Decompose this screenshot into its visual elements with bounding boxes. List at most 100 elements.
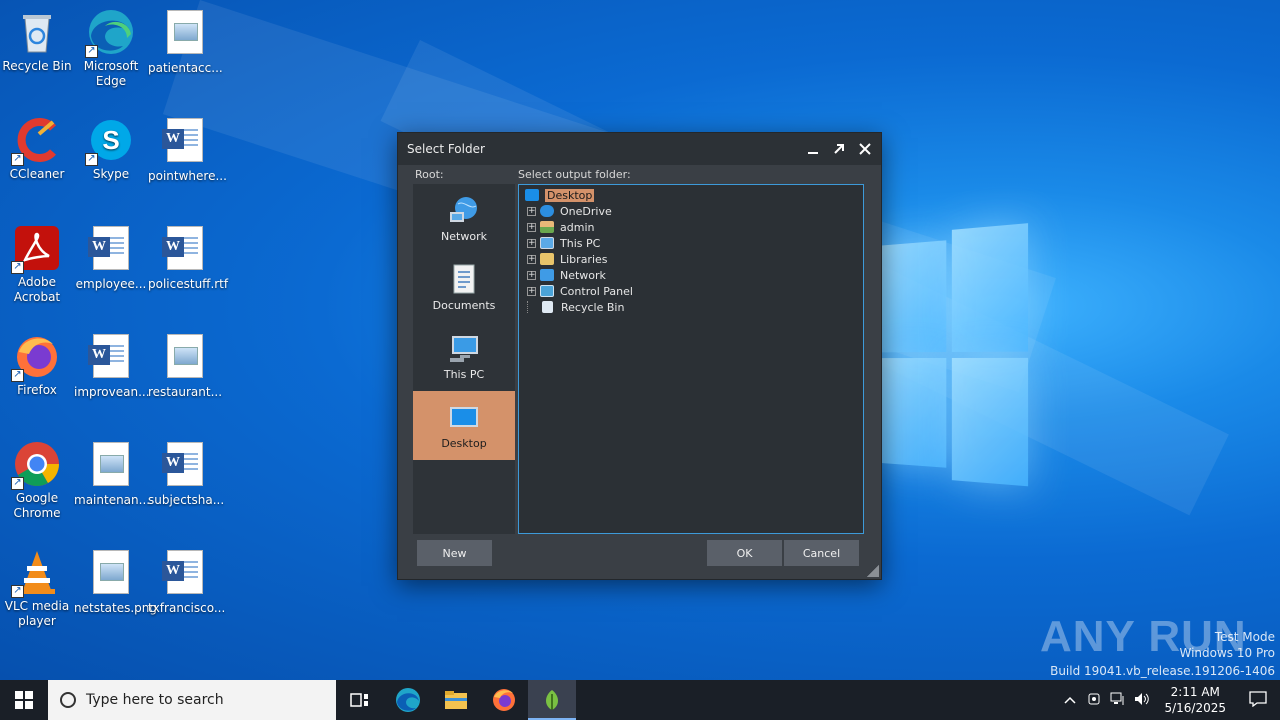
tree-node-label: Network [560, 268, 606, 282]
root-item-documents[interactable]: Documents [413, 253, 515, 322]
desktop-icon-label: patientacc... [148, 61, 223, 75]
desktop-icon-ccleaner[interactable]: ↗ CCleaner [0, 116, 74, 182]
root-item-this-pc[interactable]: This PC [413, 322, 515, 391]
desktop-icon-patientacc-image[interactable]: patientacc... [148, 8, 223, 76]
windows-logo-wallpaper [879, 223, 1029, 487]
expand-icon[interactable]: + [527, 254, 536, 264]
desktop-icon-restaurant-image[interactable]: restaurant... [148, 332, 222, 400]
tree-node-this-pc[interactable]: + This PC [523, 235, 863, 251]
ccleaner-icon: ↗ [11, 116, 61, 166]
taskbar-edge[interactable] [384, 680, 432, 720]
acrobat-icon: ↗ [11, 224, 61, 274]
desktop-icon-pointwhere-doc[interactable]: W pointwhere... [148, 116, 227, 184]
root-item-network[interactable]: Network [413, 184, 515, 253]
system-tray: 2:11 AM 5/16/2025 [1058, 680, 1280, 720]
firefox-icon: ↗ [11, 332, 61, 382]
desktop-icon-maintenan-image[interactable]: maintenan... [74, 440, 150, 508]
root-item-label: This PC [443, 368, 485, 381]
task-view-button[interactable] [336, 680, 384, 720]
clock-time: 2:11 AM [1170, 685, 1220, 699]
desktop-icon-skype[interactable]: S ↗ Skype [74, 116, 148, 182]
expand-icon[interactable]: + [527, 238, 536, 248]
expand-icon[interactable]: + [527, 270, 536, 280]
expand-icon[interactable]: + [527, 286, 536, 296]
new-button[interactable]: New [417, 540, 492, 566]
tree-node-control-panel[interactable]: + Control Panel [523, 283, 863, 299]
image-file-icon [161, 10, 209, 58]
root-item-label: Documents [432, 299, 496, 312]
desktop-icon-txfrancisco-doc[interactable]: W txfrancisco... [148, 548, 226, 616]
taskbar-firefox[interactable] [480, 680, 528, 720]
resize-grip[interactable] [867, 565, 879, 577]
search-placeholder: Type here to search [86, 692, 224, 708]
tree-node-recycle-bin[interactable]: Recycle Bin [523, 299, 863, 315]
tree-node-network[interactable]: + Network [523, 267, 863, 283]
image-file-icon [87, 442, 135, 490]
libraries-icon [540, 253, 554, 265]
tree-node-label: Libraries [560, 252, 608, 266]
root-item-desktop[interactable]: Desktop [413, 391, 515, 460]
desktop-icon-label: restaurant... [148, 385, 223, 399]
edge-icon [396, 688, 420, 712]
tree-node-desktop[interactable]: Desktop [523, 187, 863, 203]
system-clock[interactable]: 2:11 AM 5/16/2025 [1164, 684, 1226, 716]
close-icon[interactable] [852, 133, 878, 165]
taskbar-search-box[interactable]: Type here to search [48, 680, 336, 720]
tree-node-label: OneDrive [560, 204, 612, 218]
network-icon [540, 269, 554, 281]
desktop-icon-employee-doc[interactable]: W employee... [74, 224, 148, 292]
desktop-icon-google-chrome[interactable]: ↗ Google Chrome [0, 440, 74, 521]
search-icon [60, 692, 76, 708]
firefox-icon [493, 689, 515, 711]
desktop-icon-label: Microsoft Edge [83, 59, 139, 88]
image-file-icon [161, 334, 209, 382]
desktop-icon-label: VLC media player [4, 599, 70, 628]
documents-icon [448, 263, 480, 295]
start-button[interactable] [0, 680, 48, 720]
maximize-icon[interactable] [826, 133, 852, 165]
expand-icon[interactable]: + [527, 222, 536, 232]
desktop-icon-microsoft-edge[interactable]: ↗ Microsoft Edge [74, 8, 148, 89]
network-tray-icon[interactable] [1106, 692, 1130, 709]
root-list: Network Documents This PC Desktop [413, 184, 515, 534]
desktop-icon-recycle-bin[interactable]: Recycle Bin [0, 8, 74, 74]
desktop-icon-label: Adobe Acrobat [13, 275, 61, 304]
desktop-icon-netstates-image[interactable]: netstates.png [74, 548, 157, 616]
word-file-icon: W [161, 442, 209, 490]
desktop-icon-label: txfrancisco... [148, 601, 226, 615]
tree-node-libraries[interactable]: + Libraries [523, 251, 863, 267]
desktop-icon-label: Google Chrome [13, 491, 61, 520]
minimize-icon[interactable] [800, 133, 826, 165]
dialog-titlebar[interactable]: Select Folder [398, 133, 881, 165]
expand-icon[interactable]: + [527, 206, 536, 216]
chevron-up-icon[interactable] [1058, 693, 1082, 707]
cancel-button[interactable]: Cancel [784, 540, 859, 566]
chrome-icon: ↗ [11, 440, 61, 490]
taskbar-active-app[interactable] [528, 680, 576, 720]
user-folder-icon [540, 221, 554, 233]
tree-node-onedrive[interactable]: + OneDrive [523, 203, 863, 219]
desktop-icon-label: subjectsha... [148, 493, 225, 507]
watermark-edition: Windows 10 Pro [1179, 646, 1275, 660]
notification-center-icon[interactable] [1236, 690, 1280, 710]
folder-tree[interactable]: Desktop + OneDrive + admin + This PC + L… [518, 184, 864, 534]
desktop-icon-label: netstates.png [74, 601, 157, 615]
desktop-icon-policestuff-doc[interactable]: W policestuff.rtf [148, 224, 228, 292]
desktop-icon-improvean-doc[interactable]: W improvean... [74, 332, 150, 400]
volume-icon[interactable] [1130, 692, 1154, 709]
meet-now-icon[interactable] [1082, 692, 1106, 709]
clock-date: 5/16/2025 [1164, 701, 1226, 715]
desktop-icon-vlc[interactable]: ↗ VLC media player [0, 548, 74, 629]
desktop-icon-adobe-acrobat[interactable]: ↗ Adobe Acrobat [0, 224, 74, 305]
desktop-icon-subjectsha-doc[interactable]: W subjectsha... [148, 440, 225, 508]
tree-node-label: Recycle Bin [561, 300, 625, 314]
select-folder-dialog: Select Folder Root: Select output folder… [397, 132, 882, 580]
tree-connector [527, 301, 536, 313]
desktop-icon-firefox[interactable]: ↗ Firefox [0, 332, 74, 398]
desktop-icon-label: Firefox [17, 383, 57, 397]
taskbar-file-explorer[interactable] [432, 680, 480, 720]
ok-button[interactable]: OK [707, 540, 782, 566]
tree-node-label: admin [560, 220, 595, 234]
tree-node-admin[interactable]: + admin [523, 219, 863, 235]
watermark-mode: Test Mode [1214, 630, 1275, 644]
